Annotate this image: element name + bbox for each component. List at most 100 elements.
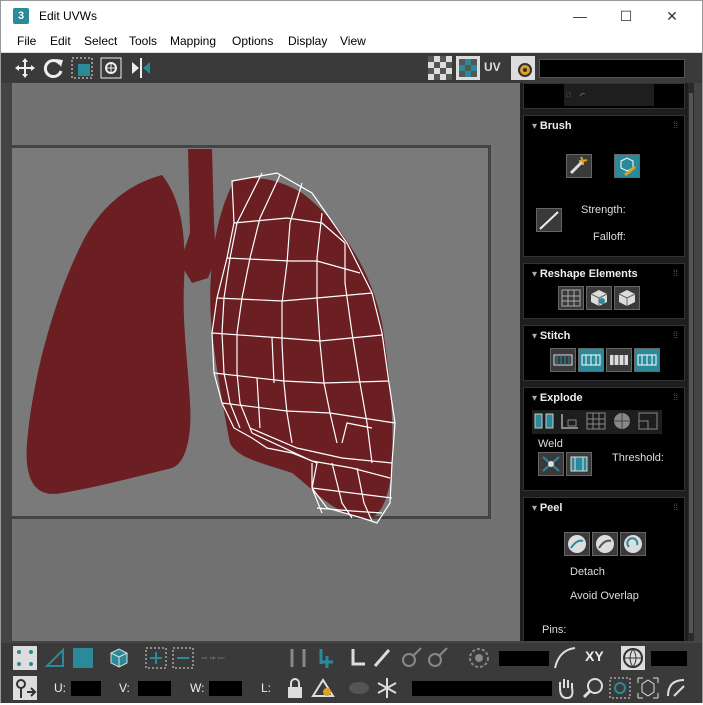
rotate-icon[interactable] bbox=[42, 56, 66, 80]
minimize-button[interactable]: — bbox=[557, 1, 603, 31]
loop-ring-tools-icon[interactable] bbox=[201, 646, 281, 670]
brush-curve-icon[interactable] bbox=[536, 208, 562, 232]
weld-all-selected-icon[interactable] bbox=[566, 452, 592, 476]
drag-grip-icon[interactable]: ⁞⁞ bbox=[673, 268, 678, 278]
loop-select-icon[interactable] bbox=[286, 646, 310, 670]
flatten-by-smoothing-icon[interactable] bbox=[610, 410, 636, 434]
absolute-offset-icon[interactable] bbox=[13, 676, 37, 700]
drag-grip-icon[interactable]: ⁞⁞ bbox=[673, 502, 678, 512]
weld-selected-icon[interactable] bbox=[538, 452, 564, 476]
close-button[interactable]: ✕ bbox=[649, 1, 695, 31]
detach-label[interactable]: Detach bbox=[570, 566, 605, 578]
status-toolbar: U: V: W: L: bbox=[1, 673, 702, 703]
menu-bar: File Edit Select Tools Mapping Options D… bbox=[1, 31, 702, 53]
brush-title[interactable]: Brush bbox=[532, 120, 572, 132]
xy-coordinate-label[interactable]: XY bbox=[585, 648, 604, 664]
break-icon[interactable] bbox=[532, 410, 558, 434]
zoom-icon[interactable] bbox=[581, 676, 605, 700]
mirror-icon[interactable] bbox=[129, 56, 153, 80]
avoid-overlap-label[interactable]: Avoid Overlap bbox=[570, 590, 639, 602]
menu-tools[interactable]: Tools bbox=[129, 34, 157, 48]
vertex-select-icon[interactable] bbox=[13, 646, 37, 670]
lung-mesh-graphic bbox=[26, 149, 396, 524]
flatten-by-polygon-icon[interactable] bbox=[584, 410, 610, 434]
peel-mode-icon[interactable] bbox=[592, 532, 618, 556]
v-field[interactable] bbox=[138, 681, 171, 696]
stitch-to-source-icon[interactable] bbox=[634, 348, 660, 372]
world-space-icon[interactable] bbox=[621, 646, 645, 670]
falloff-field[interactable] bbox=[499, 651, 549, 666]
move-icon[interactable] bbox=[13, 56, 37, 80]
menu-view[interactable]: View bbox=[340, 34, 366, 48]
falloff-curve-icon[interactable] bbox=[553, 646, 577, 670]
menu-file[interactable]: File bbox=[17, 34, 36, 48]
menu-edit[interactable]: Edit bbox=[50, 34, 71, 48]
scale-icon[interactable] bbox=[70, 56, 94, 80]
show-map-icon[interactable] bbox=[456, 56, 480, 80]
reset-peel-icon[interactable] bbox=[620, 532, 646, 556]
quick-peel-icon[interactable] bbox=[564, 532, 590, 556]
uv-viewport[interactable] bbox=[12, 83, 520, 641]
pins-label: Pins: bbox=[542, 624, 567, 636]
hide-icon[interactable] bbox=[311, 676, 335, 700]
freeze-icon[interactable] bbox=[375, 676, 399, 700]
snap-toggle-icon[interactable] bbox=[664, 676, 688, 700]
maximize-button[interactable]: ☐ bbox=[603, 1, 649, 31]
soft-selection-icon[interactable] bbox=[467, 646, 491, 670]
flatten-by-material-icon[interactable] bbox=[636, 410, 662, 434]
tool-panel: Brush ⁞⁞ Strength: Falloff: Reshape Elem… bbox=[520, 83, 688, 641]
u-field[interactable] bbox=[71, 681, 101, 696]
lock-icon[interactable] bbox=[283, 676, 307, 700]
texture-dropdown[interactable] bbox=[539, 59, 685, 78]
ring-add-icon[interactable] bbox=[315, 646, 339, 670]
reshape-elements-title[interactable]: Reshape Elements bbox=[532, 268, 638, 280]
paint-select-icon[interactable] bbox=[371, 646, 395, 670]
freeform-icon[interactable] bbox=[99, 56, 123, 80]
menu-display[interactable]: Display bbox=[288, 34, 327, 48]
options-gear-icon[interactable] bbox=[511, 56, 535, 80]
menu-mapping[interactable]: Mapping bbox=[170, 34, 216, 48]
menu-select[interactable]: Select bbox=[84, 34, 117, 48]
stitch-to-target-icon[interactable] bbox=[578, 348, 604, 372]
stitch-title[interactable]: Stitch bbox=[532, 330, 571, 342]
drag-grip-icon[interactable]: ⁞⁞ bbox=[673, 392, 678, 402]
top-toolbar: UV bbox=[1, 53, 702, 83]
checker-pattern-icon[interactable] bbox=[428, 56, 452, 80]
window-title: Edit UVWs bbox=[39, 9, 98, 23]
point-to-point-icon[interactable] bbox=[399, 646, 423, 670]
partial-tools-icon[interactable] bbox=[564, 84, 654, 106]
world-field[interactable] bbox=[651, 651, 687, 666]
panel-scrollbar[interactable] bbox=[688, 83, 694, 641]
straighten-selection-icon[interactable] bbox=[558, 286, 584, 310]
peel-title[interactable]: Peel bbox=[532, 502, 563, 514]
relax-brush-icon[interactable] bbox=[614, 154, 640, 178]
w-field[interactable] bbox=[209, 681, 242, 696]
stitch-custom-icon[interactable] bbox=[550, 348, 576, 372]
element-select-icon[interactable] bbox=[107, 646, 131, 670]
edge-select-icon[interactable] bbox=[43, 646, 67, 670]
selection-set-dropdown[interactable] bbox=[412, 681, 552, 696]
zoom-region-icon[interactable] bbox=[608, 676, 632, 700]
polygon-select-icon[interactable] bbox=[71, 646, 95, 670]
strength-label: Strength: bbox=[581, 204, 626, 216]
grow-selection-icon[interactable] bbox=[144, 646, 168, 670]
menu-options[interactable]: Options bbox=[232, 34, 273, 48]
stitch-average-icon[interactable] bbox=[606, 348, 632, 372]
shrink-selection-icon[interactable] bbox=[171, 646, 195, 670]
drag-grip-icon[interactable]: ⁞⁞ bbox=[673, 330, 678, 340]
ring-remove-icon[interactable] bbox=[345, 646, 369, 670]
point-to-point-edge-icon[interactable] bbox=[425, 646, 449, 670]
relax-icon[interactable] bbox=[614, 286, 640, 310]
edit-uvws-window: 3 Edit UVWs — ☐ ✕ File Edit Select Tools… bbox=[0, 0, 703, 703]
unhide-icon[interactable] bbox=[347, 676, 371, 700]
paint-move-brush-icon[interactable] bbox=[566, 154, 592, 178]
explode-title[interactable]: Explode bbox=[532, 392, 583, 404]
title-bar: 3 Edit UVWs — ☐ ✕ bbox=[1, 1, 702, 31]
reshape-elements-rollout: Reshape Elements ⁞⁞ bbox=[523, 263, 685, 319]
pan-hand-icon[interactable] bbox=[554, 676, 578, 700]
drag-grip-icon[interactable]: ⁞⁞ bbox=[673, 120, 678, 130]
relax-until-flat-icon[interactable] bbox=[586, 286, 612, 310]
w-label: W: bbox=[190, 681, 205, 695]
detach-edge-icon[interactable] bbox=[558, 410, 584, 434]
zoom-extents-icon[interactable] bbox=[636, 676, 660, 700]
